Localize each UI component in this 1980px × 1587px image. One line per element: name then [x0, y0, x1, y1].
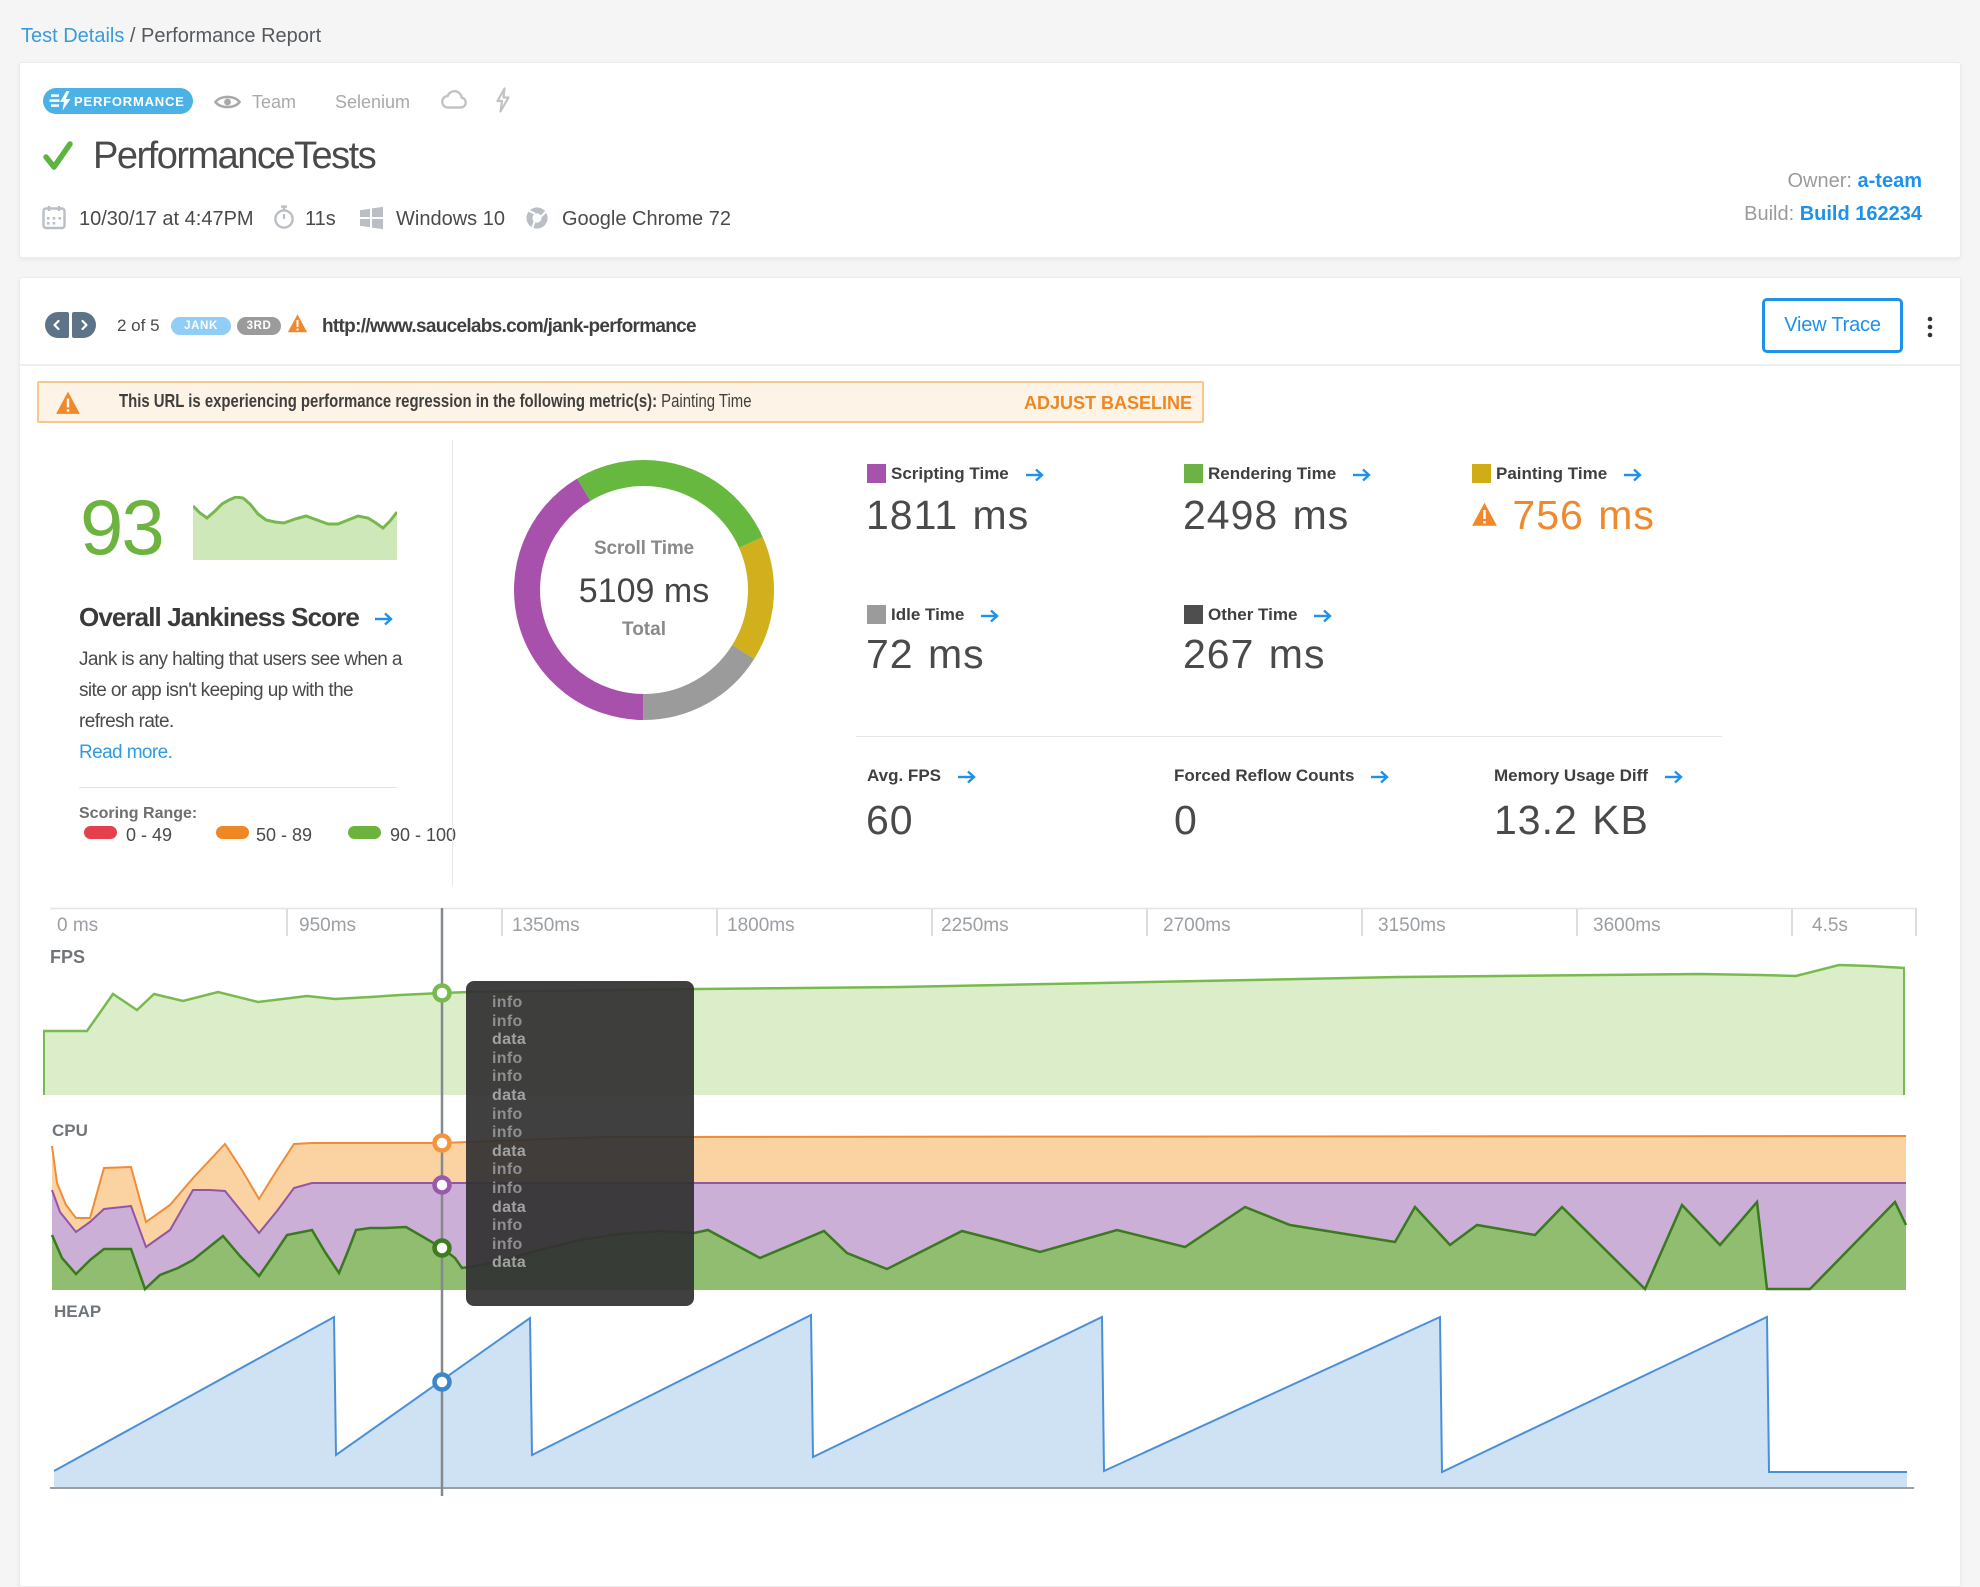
svg-text:1800ms: 1800ms — [727, 915, 795, 936]
svg-text:HEAP: HEAP — [54, 1302, 101, 1321]
svg-text:3600ms: 3600ms — [1593, 915, 1661, 936]
svg-text:950ms: 950ms — [299, 915, 356, 936]
svg-text:3150ms: 3150ms — [1378, 915, 1446, 936]
svg-text:CPU: CPU — [52, 1121, 88, 1140]
svg-text:2250ms: 2250ms — [941, 915, 1009, 936]
svg-text:2700ms: 2700ms — [1163, 915, 1231, 936]
svg-text:FPS: FPS — [50, 947, 85, 967]
svg-text:1350ms: 1350ms — [512, 915, 580, 936]
svg-text:4.5s: 4.5s — [1812, 915, 1848, 936]
svg-text:0 ms: 0 ms — [57, 915, 98, 936]
